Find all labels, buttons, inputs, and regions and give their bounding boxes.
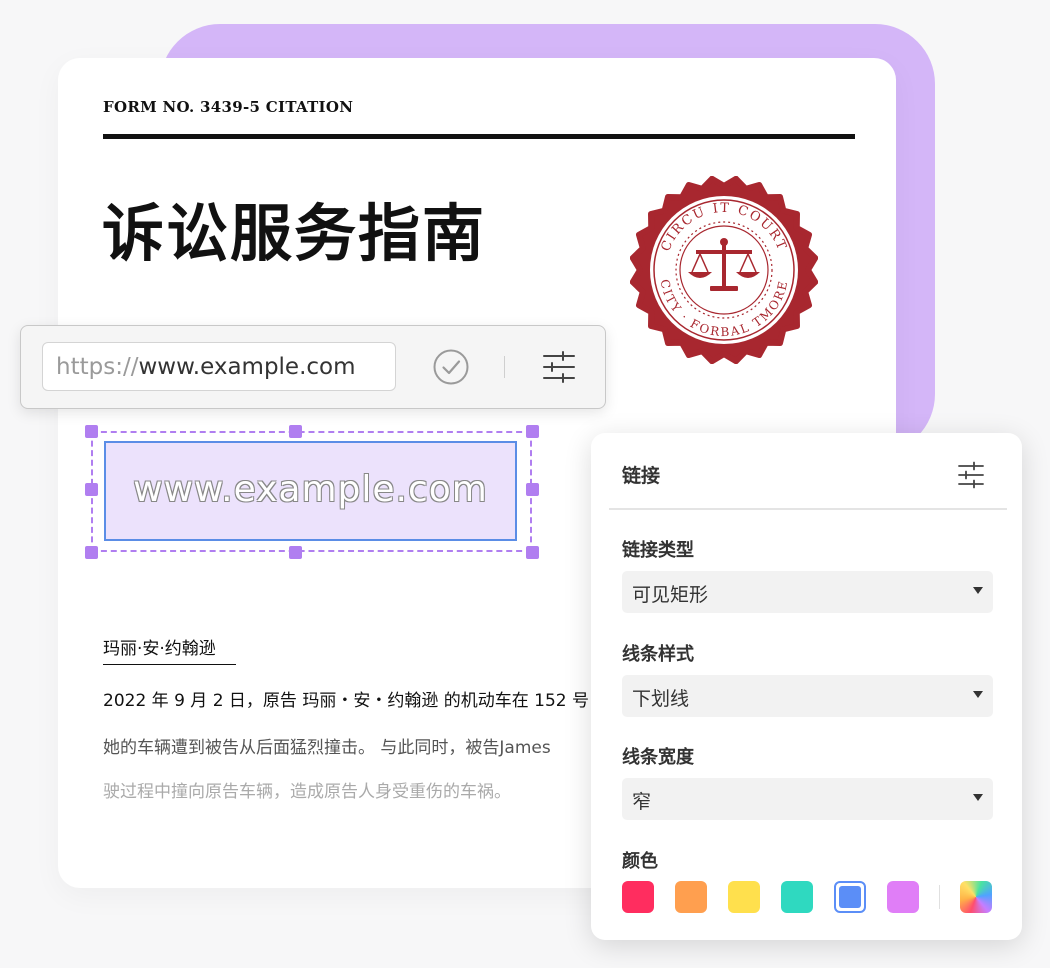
color-swatch[interactable] [622,881,654,913]
resize-handle-left[interactable] [85,483,98,496]
resize-handle-top-left[interactable] [85,425,98,438]
toolbar-divider [504,356,505,378]
color-swatch[interactable] [675,881,707,913]
resize-handle-bottom[interactable] [289,546,302,559]
color-swatch[interactable] [728,881,760,913]
chevron-down-icon [973,691,983,698]
url-prefix: https:// [56,354,139,380]
resize-handle-right[interactable] [526,483,539,496]
line-width-value: 窄 [632,791,652,813]
document-title: 诉讼服务指南 [102,197,487,270]
link-annotation[interactable]: www.example.com [104,441,517,541]
resize-handle-top[interactable] [289,425,302,438]
form-number: FORM NO. 3439-5 CITATION [103,98,354,116]
color-swatch[interactable] [834,881,866,913]
url-toolbar: https://www.example.com [20,325,606,409]
check-circle-icon[interactable] [432,348,470,386]
plaintiff-name: 玛丽·安·约翰逊 [103,634,236,665]
header-rule [103,134,855,139]
link-type-select[interactable]: 可见矩形 [622,571,993,613]
line-style-select[interactable]: 下划线 [622,675,993,717]
line-width-label: 线条宽度 [622,747,694,768]
url-input[interactable]: https://www.example.com [42,342,396,391]
resize-handle-top-right[interactable] [526,425,539,438]
swatch-divider [939,885,940,909]
resize-handle-bottom-right[interactable] [526,546,539,559]
panel-title: 链接 [622,465,661,487]
chevron-down-icon [973,587,983,594]
line-width-select[interactable]: 窄 [622,778,993,820]
sliders-icon[interactable] [541,350,577,384]
court-seal: CIRCU IT COURT CITY · FORBAL TMORE [630,176,818,364]
color-swatch[interactable] [887,881,919,913]
panel-divider [609,508,1007,510]
link-type-value: 可见矩形 [632,584,709,606]
body-paragraph-line: 2022 年 9 月 2 日，原告 玛丽・安・约翰逊 的机动车在 152 号 [103,691,589,711]
rainbow-color-picker-icon[interactable] [960,881,992,913]
color-label: 颜色 [622,851,658,872]
body-paragraph-line: 她的车辆遭到被告从后面猛烈撞击。 与此同时，被告James [103,738,551,758]
line-style-label: 线条样式 [622,644,694,665]
body-paragraph-line: 驶过程中撞向原告车辆，造成原告人身受重伤的车祸。 [103,782,511,802]
resize-handle-bottom-left[interactable] [85,546,98,559]
link-type-label: 链接类型 [622,540,694,561]
link-properties-panel: 链接 链接类型 可见矩形 线条样式 下划线 线条宽度 窄 颜色 [591,433,1022,940]
link-annotation-text: www.example.com [133,469,488,510]
chevron-down-icon [973,794,983,801]
selected-color-fill [839,886,861,908]
url-value: www.example.com [138,354,356,380]
color-swatch[interactable] [781,881,813,913]
line-style-value: 下划线 [632,688,690,710]
sliders-icon[interactable] [956,460,986,490]
